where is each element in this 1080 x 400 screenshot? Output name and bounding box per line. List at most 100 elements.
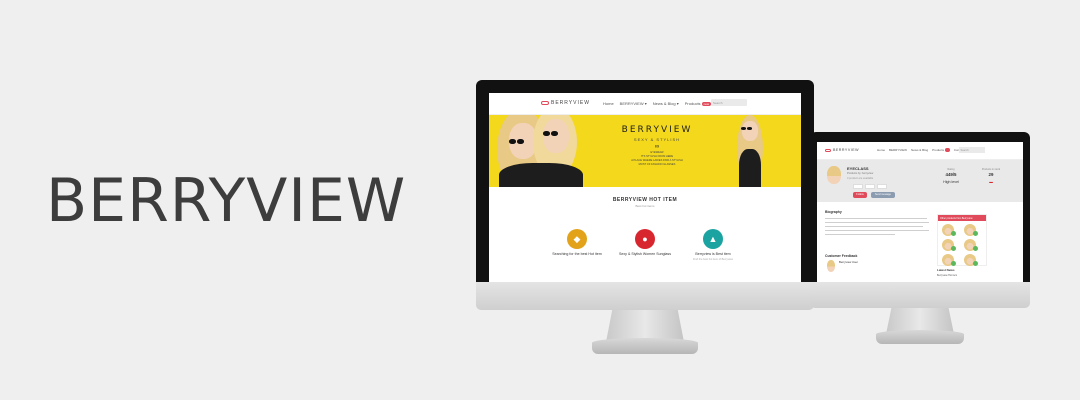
sunglasses-icon bbox=[509, 139, 524, 144]
site-logo-text: BERRYVIEW bbox=[551, 100, 590, 106]
hero-banner[interactable]: BERRYVIEW SEXY & STYLISH ∞ EYEWEAR IT'S … bbox=[489, 115, 801, 187]
search-input[interactable]: Search bbox=[959, 147, 985, 153]
desktop-monitor-large: BERRYVIEW Home BERRYVIEW ▾ News & Blog ▾… bbox=[476, 80, 814, 356]
nav-item-berryview[interactable]: BERRYVIEW bbox=[889, 148, 907, 152]
nav-item-home[interactable]: Home bbox=[603, 101, 614, 106]
profile-chip[interactable] bbox=[865, 184, 875, 189]
section-subtitle: Best hot items bbox=[635, 204, 655, 208]
model-jacket bbox=[499, 163, 583, 187]
nav-item-products[interactable]: Products new bbox=[684, 101, 712, 106]
diamond-icon: ◆ bbox=[567, 229, 587, 249]
monitor-stand-base bbox=[592, 338, 698, 354]
stat-value: 29 bbox=[988, 172, 994, 177]
glasses-logo-icon bbox=[541, 101, 549, 105]
glasses-logo-icon bbox=[825, 148, 831, 152]
bio-heading: Biography bbox=[825, 210, 842, 214]
nav-item-news[interactable]: News & Blog ▾ bbox=[653, 101, 679, 106]
site-navbar: BERRYVIEW Home BERRYVIEW ▾ News & Blog ▾… bbox=[489, 93, 801, 115]
flag-icon: ▬ bbox=[989, 180, 993, 184]
stat-sub: High level bbox=[943, 180, 959, 184]
profile-meta: Products by: berryview bbox=[847, 172, 874, 175]
hero-text: BERRYVIEW SEXY & STYLISH ∞ EYEWEAR IT'S … bbox=[617, 125, 697, 166]
profile-meta: 3 product are available bbox=[847, 177, 874, 180]
related-products-card: Other products from Berryview bbox=[937, 214, 987, 266]
text-line bbox=[825, 234, 895, 236]
feedback-heading: Customer Feedback bbox=[825, 254, 858, 258]
stock-stat: Products in stock 29 ▬ bbox=[975, 168, 1007, 184]
stat-label: Products in stock bbox=[981, 168, 1001, 171]
nav-item-berryview[interactable]: BERRYVIEW ▾ bbox=[620, 101, 647, 106]
new-badge: new bbox=[701, 102, 712, 106]
search-input[interactable]: Search bbox=[711, 99, 747, 106]
product-thumb[interactable] bbox=[963, 224, 978, 236]
glasses-icon: ∞ bbox=[654, 144, 660, 150]
feedback-name: Berryview User bbox=[839, 260, 858, 264]
product-thumb[interactable] bbox=[963, 239, 978, 251]
profile-header: EYECLASS Products by: berryview 3 produc… bbox=[817, 160, 1023, 202]
send-message-button[interactable]: Send message bbox=[871, 192, 895, 198]
nav-item-label: News & Blog bbox=[652, 101, 676, 106]
section-title: BERRYVIEW HOT ITEM bbox=[612, 197, 678, 203]
text-line bbox=[825, 222, 929, 224]
nav-item-label: Products bbox=[684, 101, 701, 106]
profile-chip[interactable] bbox=[853, 184, 863, 189]
product-thumb[interactable] bbox=[942, 239, 956, 251]
thumb-grid bbox=[938, 221, 986, 269]
new-badge bbox=[945, 148, 950, 152]
sunglasses-icon: ● bbox=[635, 229, 655, 249]
hero-line: A PLACE WHERE LADIES FIND A STYLISH bbox=[631, 159, 683, 162]
monitor-chin bbox=[810, 282, 1030, 308]
hot-item-card[interactable]: ● Sexy & Stylish Women Sunglass bbox=[615, 229, 675, 256]
hot-item-label: Berryview is Best item bbox=[695, 252, 731, 256]
nav-item-home[interactable]: Home bbox=[877, 148, 885, 152]
brand-title: BERRYVIEW bbox=[46, 166, 407, 236]
nav-menu: Home BERRYVIEW News & Blog Products Cont… bbox=[877, 148, 968, 152]
hot-item-label: Sexy & Stylish Women Sunglass bbox=[618, 252, 672, 256]
latest-news-heading: Latest News bbox=[937, 268, 955, 272]
profile-body: Biography Customer Feedback Berryview Us… bbox=[817, 202, 1023, 282]
monitor-chin bbox=[476, 282, 814, 310]
text-line bbox=[825, 230, 929, 232]
avatar bbox=[827, 166, 841, 184]
monitor-screen: BERRYVIEW Home BERRYVIEW News & Blog Pro… bbox=[817, 142, 1023, 282]
product-thumb[interactable] bbox=[963, 254, 978, 266]
hero-brand: BERRYVIEW bbox=[621, 125, 693, 135]
hot-item-card[interactable]: ◆ Searching for the best Hot item bbox=[547, 229, 607, 256]
site-logo[interactable]: BERRYVIEW bbox=[825, 148, 859, 152]
follow-button[interactable]: Follow bbox=[853, 192, 867, 198]
nav-item-label: Products bbox=[932, 148, 944, 152]
site-logo[interactable]: BERRYVIEW bbox=[541, 100, 590, 106]
sunglasses-icon bbox=[543, 131, 558, 136]
model-face bbox=[543, 119, 569, 153]
hero-subtitle: SEXY & STYLISH bbox=[633, 137, 681, 142]
hot-item-note: Find the best hot item of Berryview bbox=[693, 258, 733, 261]
site-logo-text: BERRYVIEW bbox=[833, 148, 860, 152]
desktop-monitor-small: BERRYVIEW Home BERRYVIEW News & Blog Pro… bbox=[810, 132, 1030, 346]
product-thumb[interactable] bbox=[942, 254, 956, 266]
text-line bbox=[825, 226, 923, 228]
hero-line: IT'S STYLISH FROM HERE bbox=[640, 155, 674, 158]
site-navbar: BERRYVIEW Home BERRYVIEW News & Blog Pro… bbox=[817, 142, 1023, 160]
nav-item-news[interactable]: News & Blog bbox=[911, 148, 928, 152]
profile-name: EYECLASS bbox=[847, 166, 869, 171]
hot-item-card[interactable]: ▲ Berryview is Best item Find the best h… bbox=[683, 229, 743, 261]
product-thumb[interactable] bbox=[942, 224, 956, 236]
hot-items-section: BERRYVIEW HOT ITEM Best hot items ◆ Sear… bbox=[489, 187, 801, 282]
hero-line: MOST OF FASHION GLASSES bbox=[638, 163, 676, 166]
rocket-icon: ▲ bbox=[703, 229, 723, 249]
hot-item-label: Searching for the best Hot item bbox=[552, 252, 602, 256]
profile-chip[interactable] bbox=[877, 184, 887, 189]
nav-item-label: BERRYVIEW bbox=[619, 101, 644, 106]
stat-value: 449/5 bbox=[945, 172, 957, 177]
sunglasses-icon bbox=[741, 127, 752, 132]
model-dress bbox=[739, 149, 761, 187]
latest-news-item[interactable]: Berryview Hot item bbox=[937, 274, 957, 277]
text-line bbox=[825, 218, 927, 220]
hero-line: EYEWEAR bbox=[650, 151, 664, 154]
monitor-screen: BERRYVIEW Home BERRYVIEW ▾ News & Blog ▾… bbox=[489, 93, 801, 282]
monitor-stand-base bbox=[876, 330, 964, 344]
rating-stat: Rating 449/5 High level bbox=[935, 168, 967, 184]
avatar bbox=[827, 260, 835, 272]
stat-label: Rating bbox=[947, 168, 955, 171]
nav-item-products[interactable]: Products bbox=[932, 148, 950, 152]
